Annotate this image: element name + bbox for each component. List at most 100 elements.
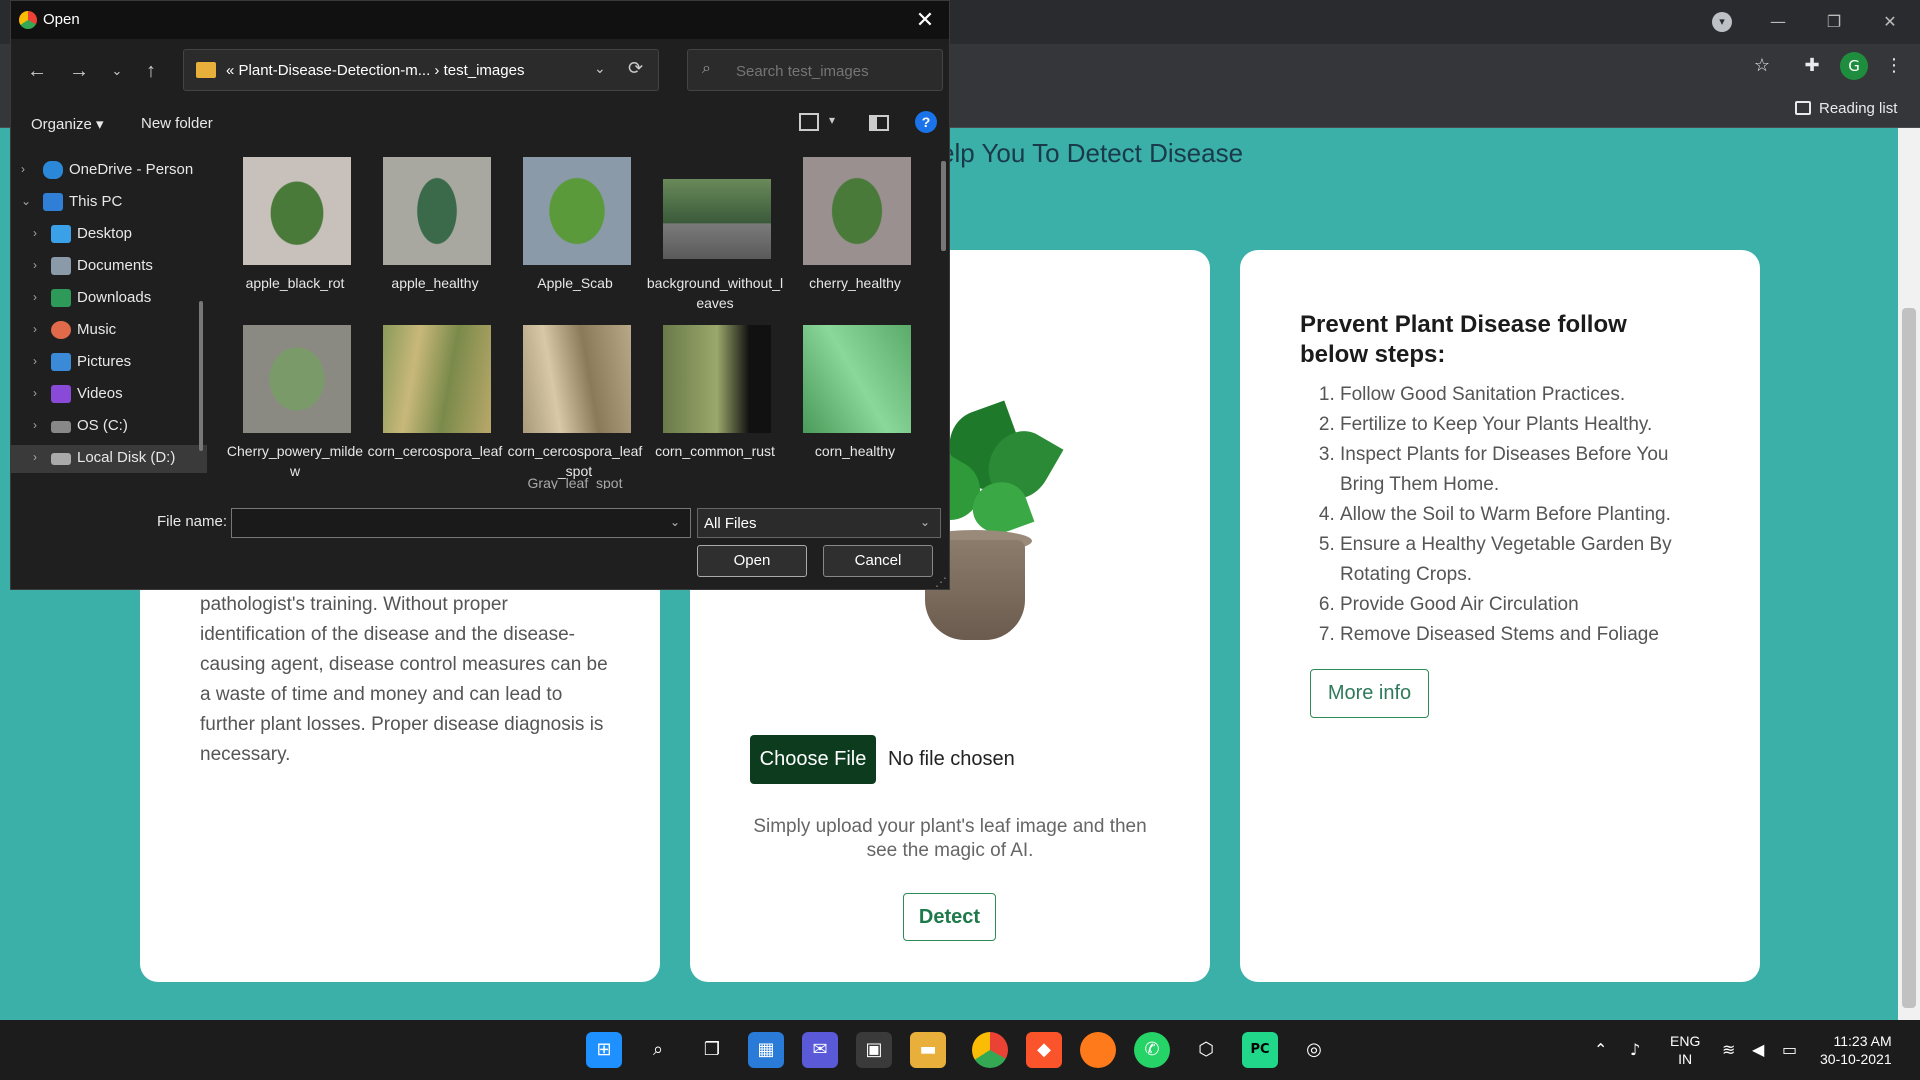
nav-item-music[interactable]: › Music xyxy=(11,317,207,345)
chevron-right-icon[interactable]: › xyxy=(33,418,37,432)
more-info-button[interactable]: More info xyxy=(1310,669,1429,718)
chevron-right-icon[interactable]: › xyxy=(33,290,37,304)
recent-locations-icon[interactable]: ⌄ xyxy=(103,57,131,85)
nav-item-onedrive[interactable]: › OneDrive - Person xyxy=(11,157,207,185)
battery-icon[interactable]: ▭ xyxy=(1782,1040,1797,1059)
file-item[interactable]: corn_healthy xyxy=(785,317,925,487)
preview-pane-icon[interactable] xyxy=(869,115,889,131)
desktop-icon xyxy=(51,225,71,243)
refresh-icon[interactable]: ⟳ xyxy=(628,58,643,79)
reading-list-icon xyxy=(1795,101,1811,115)
new-folder-button[interactable]: New folder xyxy=(141,115,213,132)
wifi-icon[interactable]: ≋ xyxy=(1722,1040,1735,1059)
filename-combobox[interactable]: ⌄ xyxy=(231,508,691,538)
filename-input[interactable] xyxy=(236,513,656,533)
nav-item-documents[interactable]: › Documents xyxy=(11,253,207,281)
address-path[interactable]: « Plant-Disease-Detection-m... › test_im… xyxy=(226,62,524,79)
nav-pane-scrollbar[interactable] xyxy=(199,301,203,451)
nav-item-downloads[interactable]: › Downloads xyxy=(11,285,207,313)
chevron-right-icon[interactable]: › xyxy=(33,226,37,240)
up-arrow-icon[interactable]: ↑ xyxy=(137,57,165,85)
chrome-icon[interactable] xyxy=(972,1032,1008,1068)
file-name: Cherry_powery_mildew xyxy=(226,443,364,479)
chevron-down-icon[interactable]: ⌄ xyxy=(670,515,680,529)
window-close-icon[interactable]: ✕ xyxy=(1870,8,1910,36)
file-item[interactable]: Gray_leaf_spot xyxy=(505,475,645,489)
filetype-select[interactable]: All Files ⌄ xyxy=(697,508,941,538)
cancel-button[interactable]: Cancel xyxy=(823,545,933,577)
widgets-icon[interactable]: ▦ xyxy=(748,1032,784,1068)
back-arrow-icon[interactable]: ← xyxy=(23,57,51,85)
nav-item-local-disk-d[interactable]: › Local Disk (D:) xyxy=(11,445,207,473)
bookmark-star-icon[interactable]: ☆ xyxy=(1748,52,1776,80)
drive-icon xyxy=(51,453,71,465)
file-item[interactable]: cherry_healthy xyxy=(785,149,925,319)
organize-menu[interactable]: Organize ▾ xyxy=(31,115,104,133)
nav-item-os-c[interactable]: › OS (C:) xyxy=(11,413,207,441)
search-input[interactable] xyxy=(736,60,926,82)
chevron-right-icon[interactable]: › xyxy=(33,450,37,464)
nav-item-videos[interactable]: › Videos xyxy=(11,381,207,409)
change-view-icon[interactable] xyxy=(799,113,819,131)
microphone-icon[interactable]: ♪ xyxy=(1630,1040,1640,1059)
brave-icon[interactable]: ◆ xyxy=(1026,1032,1062,1068)
chevron-right-icon[interactable]: › xyxy=(33,258,37,272)
input-language[interactable]: ENG IN xyxy=(1670,1032,1700,1068)
open-button[interactable]: Open xyxy=(697,545,807,577)
whatsapp-icon[interactable]: ✆ xyxy=(1134,1032,1170,1068)
chat-icon[interactable]: ✉ xyxy=(802,1032,838,1068)
search-field[interactable]: ⌕ xyxy=(687,49,943,91)
nav-item-desktop[interactable]: › Desktop xyxy=(11,221,207,249)
chevron-right-icon[interactable]: › xyxy=(33,354,37,368)
chevron-right-icon[interactable]: › xyxy=(21,162,25,176)
extensions-icon[interactable]: ✚ xyxy=(1798,52,1826,80)
start-icon[interactable]: ⊞ xyxy=(586,1032,622,1068)
chevron-down-icon[interactable]: ⌄ xyxy=(920,515,930,529)
file-item[interactable]: background_without_leaves xyxy=(645,149,785,319)
detect-button[interactable]: Detect xyxy=(903,893,996,941)
file-list-scrollbar[interactable] xyxy=(941,161,946,251)
pycharm-icon[interactable]: PC xyxy=(1242,1032,1278,1068)
tray-overflow-icon[interactable]: ⌃ xyxy=(1594,1040,1607,1059)
virtualbox-icon[interactable]: ⬡ xyxy=(1188,1032,1224,1068)
profile-avatar[interactable]: G xyxy=(1840,52,1868,80)
chevron-down-icon[interactable]: ⌄ xyxy=(21,194,31,208)
page-scrollbar[interactable] xyxy=(1898,128,1920,1020)
chevron-right-icon[interactable]: › xyxy=(33,386,37,400)
choose-file-button[interactable]: Choose File xyxy=(750,735,876,784)
firefox-icon[interactable] xyxy=(1080,1032,1116,1068)
minimize-icon[interactable]: — xyxy=(1758,8,1798,36)
view-options-icon[interactable]: ▾ xyxy=(829,113,835,127)
file-item[interactable]: corn_common_rust xyxy=(645,317,785,487)
dialog-close-icon[interactable]: ✕ xyxy=(911,7,939,33)
nav-label: Videos xyxy=(77,385,123,402)
forward-arrow-icon[interactable]: → xyxy=(65,57,93,85)
search-icon[interactable]: ⌕ xyxy=(640,1032,676,1068)
obs-icon[interactable]: ◎ xyxy=(1296,1032,1332,1068)
file-item[interactable]: Apple_Scab xyxy=(505,149,645,319)
tab-search-icon[interactable]: ▾ xyxy=(1712,12,1732,32)
volume-icon[interactable]: ◀ xyxy=(1752,1040,1764,1059)
file-explorer-icon[interactable]: ▬ xyxy=(910,1032,946,1068)
page-scrollbar-thumb[interactable] xyxy=(1902,308,1916,1008)
task-view-icon[interactable]: ❐ xyxy=(694,1032,730,1068)
chrome-menu-icon[interactable]: ⋮ xyxy=(1880,52,1908,80)
file-item[interactable]: apple_black_rot xyxy=(225,149,365,319)
chevron-down-icon[interactable]: ⌄ xyxy=(594,60,606,77)
address-bar[interactable]: « Plant-Disease-Detection-m... › test_im… xyxy=(183,49,659,91)
clock[interactable]: 11:23 AM 30-10-2021 xyxy=(1820,1032,1892,1068)
file-item[interactable]: Cherry_powery_mildew xyxy=(225,317,365,487)
help-icon[interactable]: ? xyxy=(915,111,937,133)
store-icon[interactable]: ▣ xyxy=(856,1032,892,1068)
dialog-titlebar[interactable]: Open ✕ xyxy=(11,1,949,39)
nav-item-pictures[interactable]: › Pictures xyxy=(11,349,207,377)
resize-grip-icon[interactable]: ⋰ xyxy=(935,575,947,589)
restore-icon[interactable]: ❐ xyxy=(1814,8,1854,36)
nav-label: This PC xyxy=(69,193,123,210)
file-item[interactable]: corn_cercospora_leaf xyxy=(365,317,505,487)
reading-list-button[interactable]: Reading list xyxy=(1795,96,1897,120)
file-item[interactable]: apple_healthy xyxy=(365,149,505,319)
file-item[interactable]: corn_cercospora_leaf_spot xyxy=(505,317,645,487)
chevron-right-icon[interactable]: › xyxy=(33,322,37,336)
nav-item-this-pc[interactable]: ⌄ This PC xyxy=(11,189,207,217)
